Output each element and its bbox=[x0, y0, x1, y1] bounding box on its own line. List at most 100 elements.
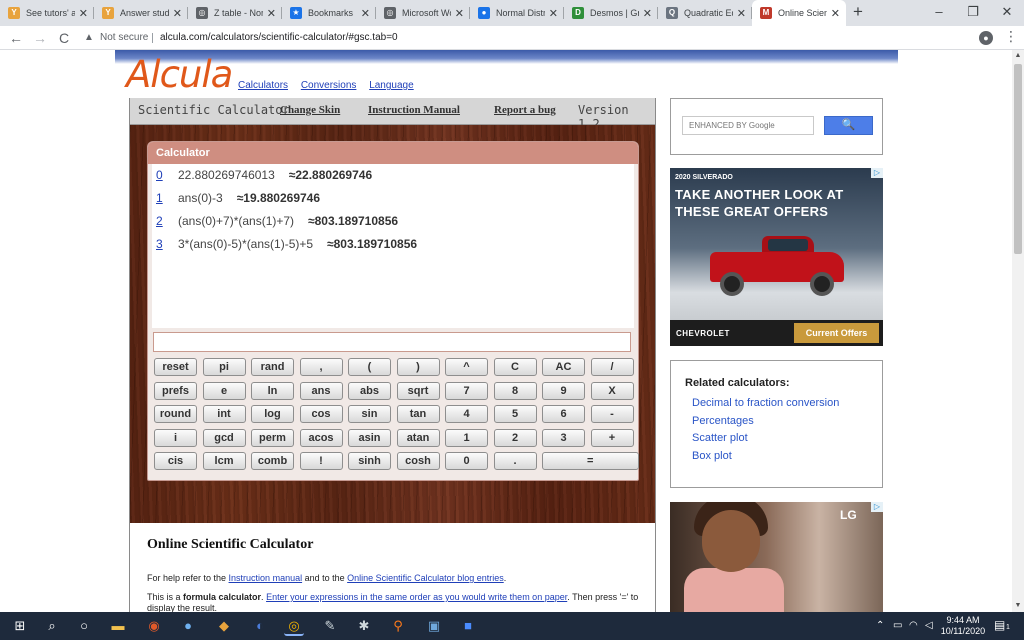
key-button[interactable]: 7 bbox=[445, 381, 488, 400]
app-icon-2[interactable]: ● bbox=[178, 616, 198, 636]
key-button[interactable]: 6 bbox=[542, 405, 585, 423]
ad-choices-icon[interactable]: ▷ bbox=[871, 168, 883, 178]
key-button[interactable]: rand bbox=[251, 358, 294, 376]
tab-close-icon[interactable]: ✕ bbox=[267, 7, 276, 20]
app-icon-4[interactable]: ◐ bbox=[250, 616, 270, 636]
browser-tab-5[interactable]: ● Normal Distr ✕ bbox=[470, 0, 564, 26]
tab-close-icon[interactable]: ✕ bbox=[361, 7, 370, 20]
expression-input[interactable] bbox=[153, 332, 631, 352]
minimize-button[interactable]: – bbox=[922, 0, 956, 26]
app-icon-1[interactable]: ◉ bbox=[144, 616, 164, 636]
key-button[interactable]: ( bbox=[348, 358, 391, 376]
forward-arrow-icon[interactable]: → bbox=[30, 28, 50, 48]
browser-tab-4[interactable]: ◎ Microsoft Wo ✕ bbox=[376, 0, 470, 26]
ad-choices-icon-2[interactable]: ▷ bbox=[871, 502, 883, 512]
zoom-icon[interactable]: ■ bbox=[458, 616, 478, 636]
nav-language[interactable]: Language bbox=[369, 80, 414, 91]
alcula-logo[interactable]: Alcula bbox=[126, 53, 233, 96]
tab-close-icon[interactable]: ✕ bbox=[643, 7, 652, 20]
maximize-button[interactable]: ❐ bbox=[956, 0, 990, 26]
tray-chevron-icon[interactable]: ⌃ bbox=[876, 620, 884, 631]
key-button[interactable]: sin bbox=[348, 405, 391, 423]
report-bug-link[interactable]: Report a bug bbox=[494, 104, 556, 116]
key-button[interactable]: gcd bbox=[202, 428, 246, 447]
browser-tab-2[interactable]: ◎ Z table - Nor ✕ bbox=[188, 0, 282, 26]
key-button[interactable]: sqrt bbox=[396, 381, 440, 400]
key-button[interactable]: ans bbox=[299, 381, 343, 400]
not-secure-label[interactable]: Not secure bbox=[100, 29, 148, 47]
chevrolet-ad[interactable]: ▷ 2020 SILVERADO TAKE ANOTHER LOOK AT TH… bbox=[670, 168, 883, 346]
related-link-scatter-plot[interactable]: Scatter plot bbox=[692, 432, 748, 444]
key-button[interactable]: 1 bbox=[445, 428, 488, 447]
key-button[interactable]: ^ bbox=[445, 358, 488, 376]
key-button[interactable]: cos bbox=[299, 405, 343, 423]
key-button[interactable]: 5 bbox=[493, 405, 537, 423]
start-icon[interactable]: ⊞ bbox=[10, 616, 30, 636]
key-button[interactable]: C bbox=[493, 358, 537, 376]
browser-tab-8[interactable]: M Online Scient ✕ bbox=[752, 0, 846, 26]
tab-close-icon[interactable]: ✕ bbox=[455, 7, 464, 20]
app-icon-8[interactable]: ▣ bbox=[424, 616, 444, 636]
reload-icon[interactable]: C bbox=[54, 28, 74, 48]
tab-close-icon[interactable]: ✕ bbox=[737, 7, 746, 20]
history-index-link[interactable]: 0 bbox=[156, 165, 178, 185]
instruction-manual-inline-link[interactable]: Instruction manual bbox=[229, 573, 303, 583]
task-view-icon[interactable]: ○ bbox=[74, 616, 94, 636]
url-text[interactable]: alcula.com/calculators/scientific-calcul… bbox=[160, 29, 398, 47]
key-button[interactable]: 0 bbox=[445, 452, 488, 470]
key-button[interactable]: / bbox=[590, 358, 634, 376]
volume-icon[interactable]: ◁ bbox=[925, 620, 933, 631]
search-icon[interactable]: 🔍 bbox=[824, 116, 873, 135]
tab-close-icon[interactable]: ✕ bbox=[173, 7, 182, 20]
history-index-link[interactable]: 3 bbox=[156, 234, 178, 254]
blog-entries-link[interactable]: Online Scientific Calculator blog entrie… bbox=[347, 573, 504, 583]
key-button[interactable]: AC bbox=[542, 358, 585, 376]
system-clock[interactable]: 9:44 AM 10/11/2020 bbox=[938, 615, 988, 637]
close-window-button[interactable]: ✕ bbox=[990, 0, 1024, 26]
key-button[interactable]: prefs bbox=[154, 381, 197, 400]
profile-avatar-icon[interactable]: ● bbox=[979, 31, 993, 45]
key-button[interactable]: = bbox=[542, 452, 639, 470]
history-index-link[interactable]: 1 bbox=[156, 188, 178, 208]
page-scrollbar[interactable]: ▲ ▼ bbox=[1012, 50, 1024, 612]
change-skin-link[interactable]: Change Skin bbox=[280, 104, 340, 116]
nav-conversions[interactable]: Conversions bbox=[301, 80, 357, 91]
key-button[interactable]: i bbox=[154, 428, 197, 447]
tab-close-icon[interactable]: ✕ bbox=[549, 7, 558, 20]
browser-tab-6[interactable]: D Desmos | Gra ✕ bbox=[564, 0, 658, 26]
key-button[interactable]: X bbox=[590, 381, 634, 400]
scroll-up-icon[interactable]: ▲ bbox=[1012, 50, 1024, 62]
back-arrow-icon[interactable]: ← bbox=[6, 28, 26, 48]
key-button[interactable]: 3 bbox=[542, 428, 585, 447]
key-button[interactable]: log bbox=[251, 405, 294, 423]
key-button[interactable]: round bbox=[154, 405, 197, 423]
key-button[interactable]: cis bbox=[154, 452, 197, 470]
nav-calculators[interactable]: Calculators bbox=[238, 80, 288, 91]
related-link-percentages[interactable]: Percentages bbox=[692, 415, 754, 427]
key-button[interactable]: int bbox=[202, 405, 246, 423]
address-bar[interactable]: ▲ Not secure alcula.com/calculators/scie… bbox=[78, 29, 993, 47]
notification-icon[interactable]: ▤ bbox=[994, 618, 1005, 632]
chrome-icon[interactable]: ◎ bbox=[284, 616, 304, 636]
enter-expressions-link[interactable]: Enter your expressions in the same order… bbox=[266, 592, 567, 602]
instruction-manual-link[interactable]: Instruction Manual bbox=[368, 104, 460, 116]
key-button[interactable]: reset bbox=[154, 358, 197, 376]
browser-tab-3[interactable]: ★ Bookmarks ✕ bbox=[282, 0, 376, 26]
key-button[interactable]: tan bbox=[396, 405, 440, 423]
key-button[interactable]: 8 bbox=[493, 381, 537, 400]
file-explorer-icon[interactable]: ▬ bbox=[108, 616, 128, 636]
key-button[interactable]: cosh bbox=[396, 452, 440, 470]
battery-icon[interactable]: ▭ bbox=[893, 620, 902, 631]
key-button[interactable]: asin bbox=[348, 428, 391, 447]
key-button[interactable]: acos bbox=[299, 428, 343, 447]
scroll-down-icon[interactable]: ▼ bbox=[1012, 600, 1024, 612]
key-button[interactable]: perm bbox=[251, 428, 294, 447]
wifi-icon[interactable]: ◠ bbox=[909, 620, 918, 631]
tab-close-icon[interactable]: ✕ bbox=[79, 7, 88, 20]
browser-tab-1[interactable]: Y Answer stude ✕ bbox=[94, 0, 188, 26]
related-link-decimal-fraction[interactable]: Decimal to fraction conversion bbox=[692, 397, 839, 409]
browser-tab-0[interactable]: Y See tutors' an ✕ bbox=[0, 0, 94, 26]
key-button[interactable]: 4 bbox=[445, 405, 488, 423]
key-button[interactable]: ) bbox=[396, 358, 440, 376]
key-button[interactable]: . bbox=[493, 452, 537, 470]
